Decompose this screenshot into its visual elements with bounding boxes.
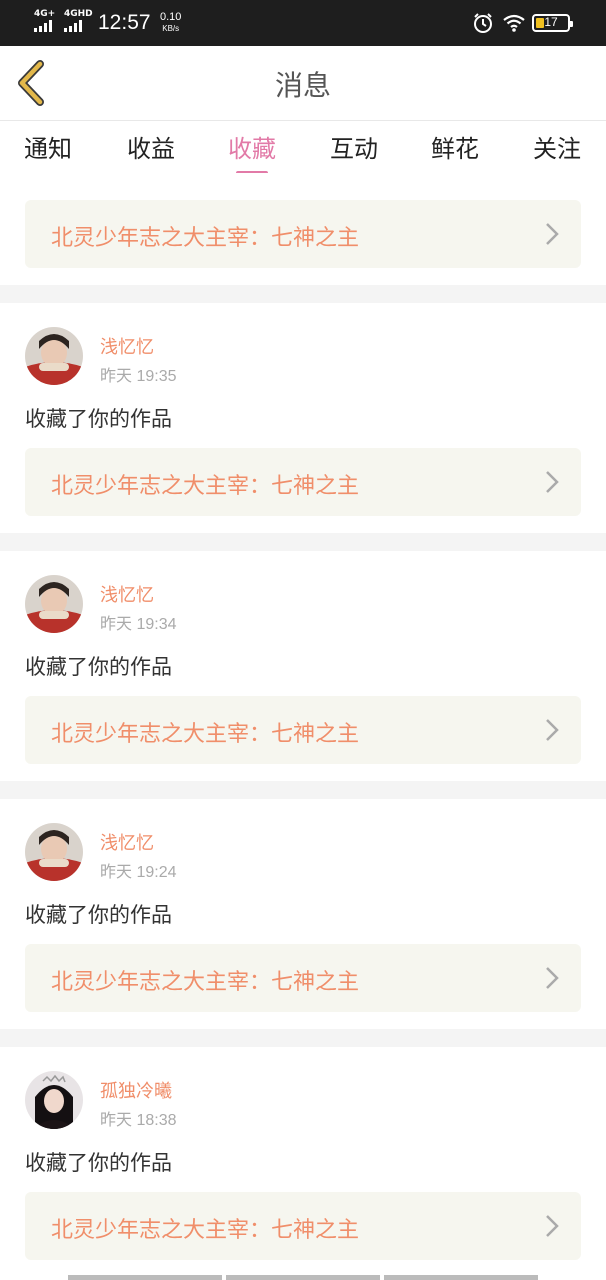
message-text: 收藏了你的作品 <box>25 655 172 679</box>
chevron-right-icon <box>546 967 559 989</box>
network-speed: 0.10 KB/s <box>160 11 182 33</box>
battery-icon: 17 <box>532 14 573 32</box>
signal-icon: 4G+ <box>34 10 62 32</box>
work-link[interactable]: 北灵少年志之大主宰：七神之主 <box>25 696 581 764</box>
page-title: 消息 <box>274 69 331 102</box>
user-name[interactable]: 孤独冷曦 <box>100 1077 172 1103</box>
header: 消息 <box>0 46 606 121</box>
message-card: 孤独冷曦 昨天 18:38 收藏了你的作品 北灵少年志之大主宰：七神之主 <box>0 1047 606 1280</box>
user-name[interactable]: 浅忆忆 <box>100 829 154 855</box>
tab-flowers[interactable]: 鲜花 <box>415 129 495 164</box>
avatar[interactable] <box>25 575 83 633</box>
avatar[interactable] <box>25 823 83 881</box>
clock: 12:57 <box>98 11 151 34</box>
work-link[interactable]: 北灵少年志之大主宰：七神之主 <box>25 944 581 1012</box>
avatar[interactable] <box>25 1071 83 1129</box>
work-link[interactable]: 北灵少年志之大主宰：七神之主 <box>25 200 581 268</box>
message-time: 昨天 19:34 <box>100 616 177 633</box>
tab-favorites[interactable]: 收藏 <box>212 129 292 175</box>
message-text: 收藏了你的作品 <box>25 903 172 927</box>
alarm-icon <box>474 13 492 33</box>
wifi-icon <box>503 14 525 32</box>
user-name[interactable]: 浅忆忆 <box>100 581 154 607</box>
message-text: 收藏了你的作品 <box>25 407 172 431</box>
chevron-right-icon <box>546 223 559 245</box>
chevron-right-icon <box>546 1215 559 1237</box>
tab-follows[interactable]: 关注 <box>517 129 597 164</box>
tab-earnings[interactable]: 收益 <box>111 129 191 164</box>
status-bar: 4G+ 4GHD 12:57 0.10 KB/s 17 <box>0 0 606 46</box>
work-link[interactable]: 北灵少年志之大主宰：七神之主 <box>25 448 581 516</box>
message-time: 昨天 19:35 <box>100 368 177 385</box>
tab-bar: 通知 收益 收藏 互动 鲜花 关注 <box>0 121 606 175</box>
tab-notifications[interactable]: 通知 <box>8 129 88 164</box>
tab-interactions[interactable]: 互动 <box>314 129 394 164</box>
message-time: 昨天 19:24 <box>100 864 177 881</box>
avatar[interactable] <box>25 327 83 385</box>
message-card: 浅忆忆 昨天 19:24 收藏了你的作品 北灵少年志之大主宰：七神之主 <box>0 799 606 1029</box>
work-link[interactable]: 北灵少年志之大主宰：七神之主 <box>25 1192 581 1260</box>
message-card: 北灵少年志之大主宰：七神之主 <box>0 173 606 285</box>
chevron-right-icon <box>546 719 559 741</box>
message-time: 昨天 18:38 <box>100 1112 177 1129</box>
user-name[interactable]: 浅忆忆 <box>100 333 154 359</box>
message-text: 收藏了你的作品 <box>25 1151 172 1175</box>
nav-gesture-bar[interactable] <box>68 1275 538 1280</box>
chevron-right-icon <box>546 471 559 493</box>
message-card: 浅忆忆 昨天 19:34 收藏了你的作品 北灵少年志之大主宰：七神之主 <box>0 551 606 781</box>
signal-icon: 4GHD <box>64 10 93 32</box>
message-card: 浅忆忆 昨天 19:35 收藏了你的作品 北灵少年志之大主宰：七神之主 <box>0 303 606 533</box>
